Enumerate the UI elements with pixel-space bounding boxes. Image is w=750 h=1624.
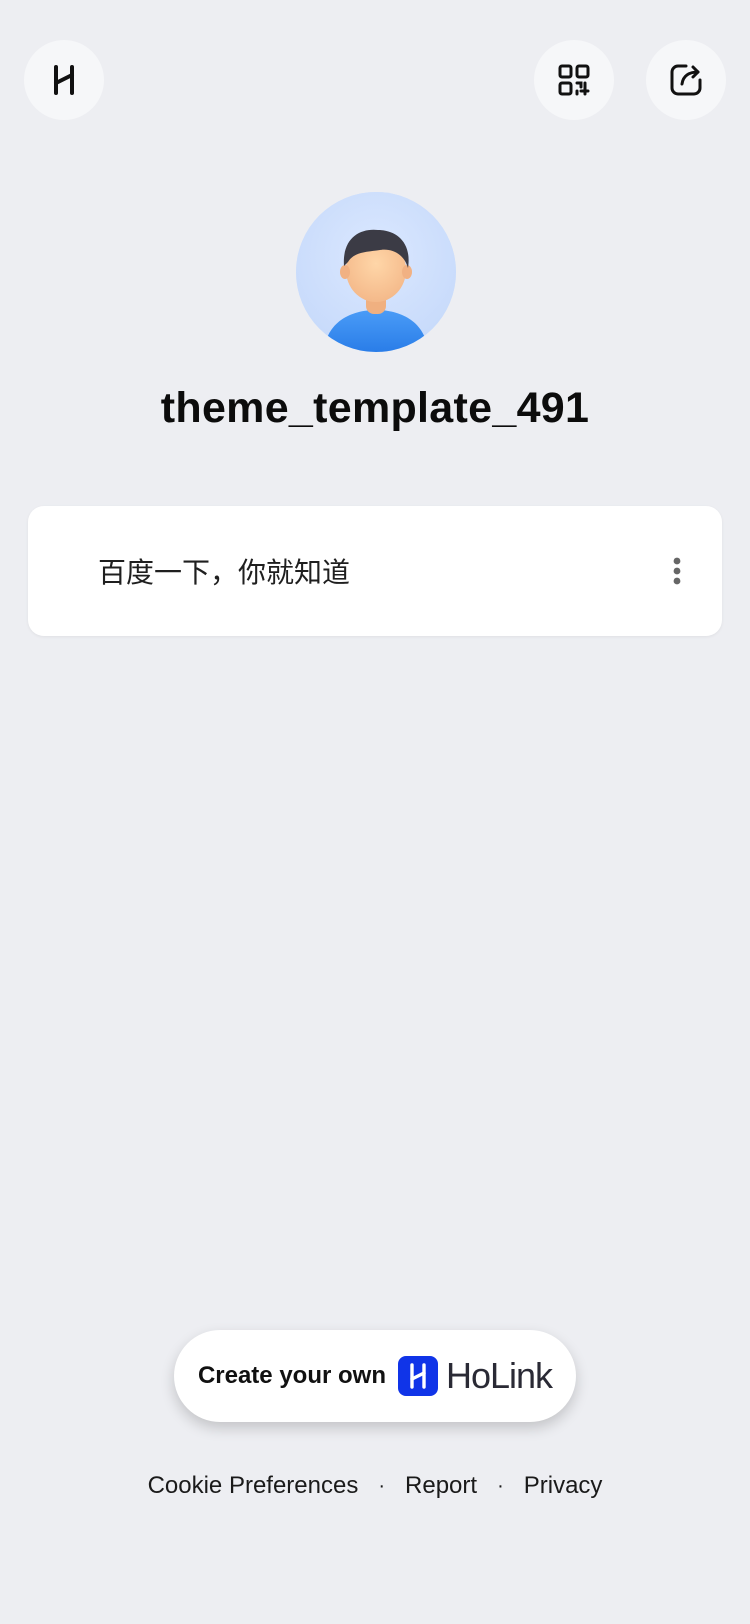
share-button[interactable] xyxy=(646,40,726,120)
holink-brand-name: HoLink xyxy=(445,1355,553,1396)
qr-code-button[interactable] xyxy=(534,40,614,120)
profile-page: theme_template_491 百度一下，你就知道 Create your… xyxy=(0,0,750,1624)
profile-username: theme_template_491 xyxy=(160,384,590,432)
more-vertical-icon xyxy=(673,557,681,585)
holink-brand-icon xyxy=(397,1356,438,1396)
share-icon xyxy=(670,64,702,96)
create-your-own-button[interactable]: Create your own HoLink xyxy=(174,1330,576,1422)
qr-code-icon xyxy=(558,64,590,96)
link-more-button[interactable] xyxy=(662,551,692,591)
footer-links: Cookie Preferences · Report · Privacy xyxy=(0,1472,750,1500)
privacy-link[interactable]: Privacy xyxy=(524,1472,603,1500)
footer-separator: · xyxy=(378,1474,386,1497)
link-card-baidu[interactable]: 百度一下，你就知道 xyxy=(28,506,722,636)
cta-text: Create your own xyxy=(197,1362,386,1389)
avatar xyxy=(296,192,456,352)
report-link[interactable]: Report xyxy=(405,1472,477,1500)
holink-home-button[interactable] xyxy=(24,40,104,120)
holink-logo-icon xyxy=(54,65,74,95)
link-card-label: 百度一下，你就知道 xyxy=(98,556,351,589)
user-avatar xyxy=(296,192,456,352)
holink-brand: HoLink xyxy=(397,1355,553,1397)
footer-separator: · xyxy=(497,1474,504,1497)
cookie-preferences-link[interactable]: Cookie Preferences xyxy=(148,1472,359,1500)
